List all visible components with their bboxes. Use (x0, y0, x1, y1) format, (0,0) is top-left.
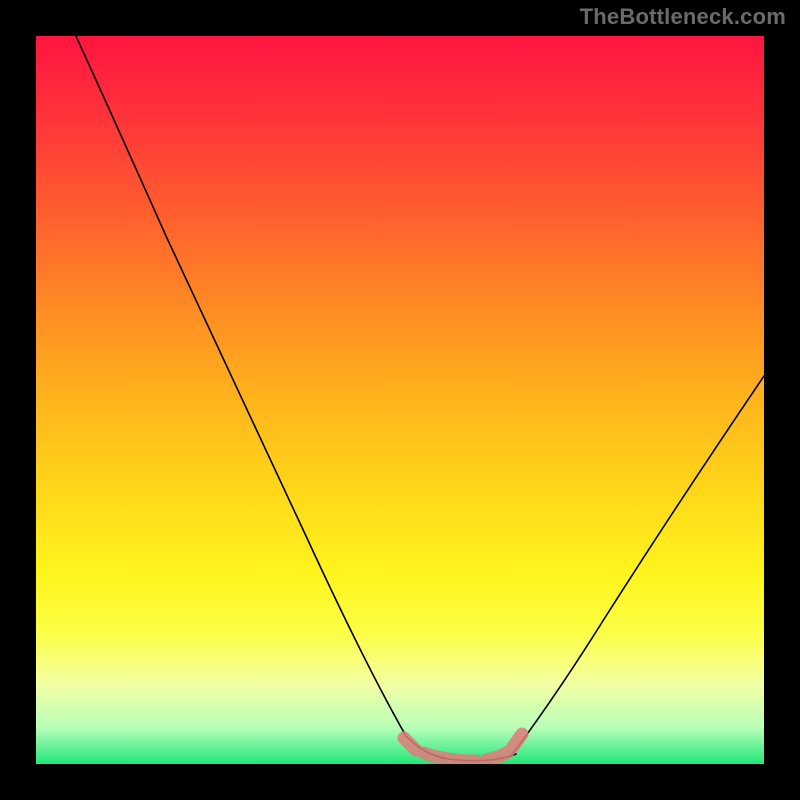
bottleneck-curve-left (76, 36, 446, 758)
watermark-text: TheBottleneck.com (580, 4, 786, 30)
chart-frame: TheBottleneck.com (0, 0, 800, 800)
curve-overlay (36, 36, 764, 764)
min-highlight-marker (404, 734, 522, 761)
plot-area (36, 36, 764, 764)
bottleneck-curve-right (511, 376, 764, 756)
